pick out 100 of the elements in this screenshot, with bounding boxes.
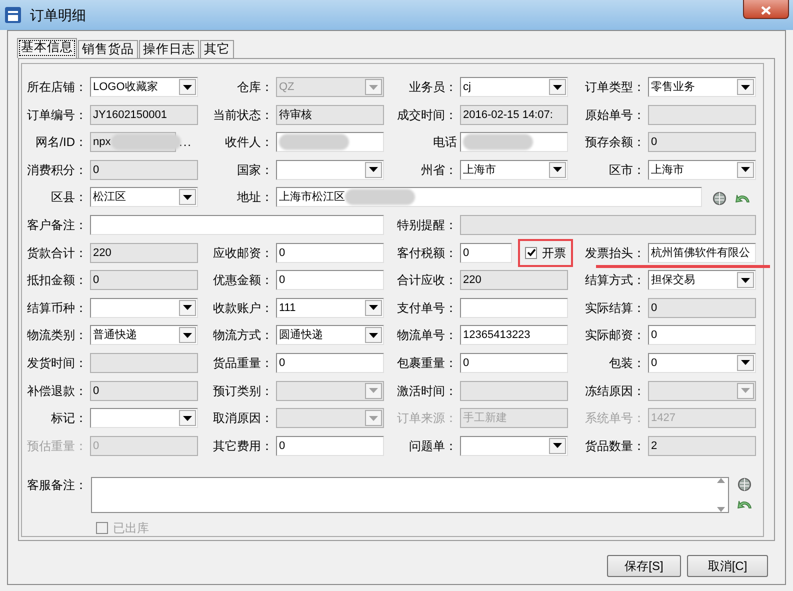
window-title: 订单明细 [30, 6, 86, 24]
field-label: 客户备注： [26, 216, 87, 234]
dropdown[interactable] [648, 380, 756, 401]
scroll-up-icon[interactable] [717, 478, 725, 483]
dropdown[interactable]: LOGO收藏家 [90, 77, 198, 97]
field-label: 网名/ID： [34, 134, 87, 152]
checkbox-label: 已出库 [113, 520, 149, 537]
dropdown[interactable]: cj [460, 77, 568, 97]
field-label: 发货时间： [26, 354, 87, 372]
input-field[interactable]: 2 [648, 436, 756, 456]
undo-icon[interactable] [737, 498, 753, 510]
field-label: 成交时间： [396, 106, 457, 124]
field-label: 货品数量： [584, 438, 645, 455]
field-label: 物流单号： [396, 327, 457, 344]
close-icon [761, 6, 771, 15]
field-label: 物流类别： [26, 327, 87, 344]
field-label: 货品重量： [212, 354, 273, 372]
checkbox[interactable] [525, 246, 537, 259]
input-field[interactable] [460, 214, 756, 235]
tab[interactable]: 销售货品 [78, 40, 138, 58]
field-label: 原始单号： [584, 106, 645, 124]
scrollbar[interactable] [714, 478, 728, 512]
field-label: 其它费用： [212, 438, 273, 455]
input-field[interactable] [90, 352, 198, 373]
field-label: 冻结原因： [584, 382, 645, 400]
dropdown[interactable]: 普通快递 [90, 325, 198, 346]
field-label: 预存余额： [584, 134, 645, 152]
input-field[interactable]: 0 [648, 132, 756, 152]
dropdown[interactable]: 111 [276, 298, 384, 318]
input-field[interactable]: 2016-02-15 14:07: [460, 104, 568, 125]
input-field[interactable] [648, 104, 756, 125]
field-label: 包装： [608, 354, 645, 372]
dropdown[interactable] [276, 408, 384, 428]
input-field[interactable] [90, 214, 384, 235]
field-label: 国家： [236, 162, 273, 179]
dropdown[interactable]: 松江区 [90, 187, 198, 208]
field-label: 结算方式： [584, 272, 645, 290]
field-label: 消费积分： [26, 162, 87, 179]
field-label: 收件人： [224, 134, 273, 152]
dropdown[interactable]: 上海市 [460, 160, 568, 180]
input-field[interactable] [460, 298, 568, 318]
input-field[interactable]: 待审核 [276, 104, 384, 125]
field-label: 实际结算： [584, 300, 645, 317]
field-label: 合计应收： [396, 272, 457, 290]
tab[interactable]: 其它 [200, 40, 234, 58]
field-label: 标记： [50, 410, 87, 428]
input-field[interactable]: 12365413223 [460, 325, 568, 346]
field-label: 物流方式： [212, 327, 273, 344]
globe-icon[interactable] [737, 477, 752, 492]
dropdown[interactable]: 上海市 [648, 160, 756, 180]
input-field[interactable]: 0 [460, 242, 512, 263]
input-field[interactable]: 0 [90, 270, 198, 290]
dropdown[interactable] [276, 380, 384, 401]
dropdown[interactable]: 担保交易 [648, 270, 756, 290]
input-field[interactable]: 上海市松江区 [276, 187, 702, 208]
field-label: 客付税额： [396, 244, 457, 262]
cancel-button[interactable]: 取消[C] [687, 555, 768, 577]
field-label: 订单来源： [396, 410, 457, 428]
field-label: 系统单号： [584, 410, 645, 428]
field-label: 结算币种： [26, 300, 87, 317]
lookup-button[interactable]: ... [179, 133, 192, 152]
field-label: 包裹重量： [396, 354, 457, 372]
input-field[interactable]: 0 [460, 352, 568, 373]
input-field[interactable]: 杭州笛佛软件有限公 [648, 242, 756, 263]
field-label: 问题单： [408, 438, 457, 455]
tab[interactable]: 基本信息 [17, 38, 77, 58]
input-field[interactable] [276, 132, 384, 152]
field-label: 补偿退款： [26, 382, 87, 400]
input-field[interactable]: 0 [276, 436, 384, 456]
input-field[interactable]: 0 [276, 352, 384, 373]
input-field[interactable]: 0 [648, 298, 756, 318]
input-field[interactable]: JY1602150001 [90, 104, 198, 125]
tab[interactable]: 操作日志 [139, 40, 199, 58]
field-label: 支付单号： [396, 300, 457, 317]
scroll-down-icon[interactable] [717, 507, 725, 512]
field-label: 优惠金额： [212, 272, 273, 290]
textarea-field[interactable] [91, 477, 729, 513]
input-field[interactable] [460, 380, 568, 401]
dropdown[interactable]: 圆通快递 [276, 325, 384, 346]
field-label: 区县： [50, 189, 87, 206]
input-field[interactable] [460, 132, 568, 152]
close-button[interactable] [743, 0, 789, 19]
save-button[interactable]: 保存[S] [607, 555, 681, 577]
input-field[interactable]: 220 [90, 242, 198, 263]
field-label: 仓库： [236, 79, 273, 96]
input-field[interactable]: 0 [90, 160, 198, 180]
input-field[interactable]: 0 [648, 325, 756, 346]
field-label: 业务员： [408, 79, 457, 96]
input-field[interactable]: 0 [90, 380, 198, 401]
input-field[interactable]: 0 [276, 270, 384, 290]
field-label: 区市： [608, 162, 645, 179]
field-label: 抵扣金额： [26, 272, 87, 290]
field-label: 当前状态： [212, 106, 273, 124]
field-label: 货款合计： [26, 244, 87, 262]
input-field[interactable]: 0 [276, 242, 384, 263]
dropdown[interactable]: 零售业务 [648, 77, 756, 97]
input-field[interactable]: 220 [460, 270, 568, 290]
field-label: 地址： [236, 189, 273, 206]
dropdown[interactable]: 0 [648, 352, 756, 373]
field-label: 预订类别： [212, 382, 273, 400]
